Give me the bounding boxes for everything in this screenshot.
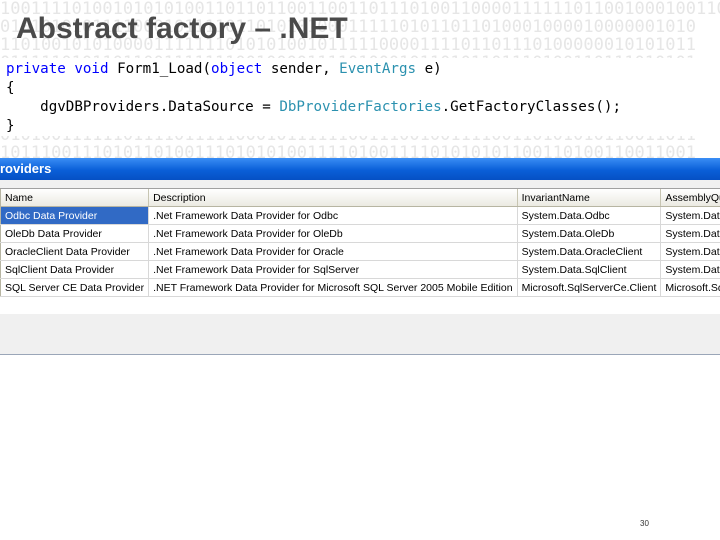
- table-cell[interactable]: Microsoft.SqlSer: [660, 278, 720, 297]
- table-cell[interactable]: System.Data.Odbc: [517, 206, 662, 225]
- table-row[interactable]: SQL Server CE Data Provider .NET Framewo…: [0, 278, 720, 297]
- table-row[interactable]: OleDb Data Provider .Net Framework Data …: [0, 224, 720, 243]
- table-row[interactable]: SqlClient Data Provider .Net Framework D…: [0, 260, 720, 279]
- code-keyword: void: [74, 61, 109, 77]
- window-title: roviders: [0, 161, 52, 176]
- table-cell[interactable]: .Net Framework Data Provider for SqlServ…: [148, 260, 518, 279]
- code-param: e): [416, 61, 442, 77]
- code-type: EventArgs: [339, 61, 417, 77]
- table-cell[interactable]: .Net Framework Data Provider for Oracle: [148, 242, 518, 261]
- code-brace-close: }: [6, 118, 15, 134]
- table-cell[interactable]: System.Data.Ora: [660, 242, 720, 261]
- code-statement-rest: .GetFactoryClasses();: [441, 99, 622, 115]
- slide-title: Abstract factory – .NET: [16, 12, 348, 45]
- table-cell[interactable]: System.Data.Sql: [660, 260, 720, 279]
- window-bottom-panel: [0, 314, 720, 354]
- providers-window: roviders Name Description InvariantName …: [0, 158, 720, 355]
- code-method: Form1_Load(: [117, 61, 212, 77]
- table-cell[interactable]: SqlClient Data Provider: [0, 260, 150, 279]
- table-cell[interactable]: System.Data.SqlClient: [517, 260, 662, 279]
- code-snippet: private void Form1_Load(object sender, E…: [0, 58, 720, 136]
- column-header-invariant-name[interactable]: InvariantName: [517, 189, 662, 207]
- table-cell[interactable]: System.Data.OracleClient: [517, 242, 662, 261]
- window-titlebar[interactable]: roviders: [0, 158, 720, 180]
- column-header-name[interactable]: Name: [0, 189, 150, 207]
- table-cell[interactable]: .Net Framework Data Provider for OleDb: [148, 224, 518, 243]
- table-cell[interactable]: Microsoft.SqlServerCe.Client: [517, 278, 662, 297]
- code-brace-open: {: [6, 80, 15, 96]
- table-cell[interactable]: Odbc Data Provider: [0, 206, 150, 225]
- table-cell[interactable]: System.Data.Odb: [660, 206, 720, 225]
- table-cell[interactable]: System.Data.Ole: [660, 224, 720, 243]
- table-cell[interactable]: System.Data.OleDb: [517, 224, 662, 243]
- table-cell[interactable]: .Net Framework Data Provider for Odbc: [148, 206, 518, 225]
- table-header-row: Name Description InvariantName AssemblyQ…: [0, 189, 720, 207]
- code-statement: dgvDBProviders.DataSource =: [6, 99, 280, 115]
- table-cell[interactable]: SQL Server CE Data Provider: [0, 278, 150, 297]
- table-cell[interactable]: OleDb Data Provider: [0, 224, 150, 243]
- providers-datagrid[interactable]: Name Description InvariantName AssemblyQ…: [0, 188, 720, 315]
- column-header-assembly-qualified[interactable]: AssemblyQualifie: [660, 189, 720, 207]
- table-cell[interactable]: OracleClient Data Provider: [0, 242, 150, 261]
- table-row[interactable]: Odbc Data Provider .Net Framework Data P…: [0, 206, 720, 225]
- table-cell[interactable]: .NET Framework Data Provider for Microso…: [148, 278, 518, 297]
- table-row[interactable]: OracleClient Data Provider .Net Framewor…: [0, 242, 720, 261]
- code-keyword: private: [6, 61, 66, 77]
- slide-number: 30: [640, 519, 649, 528]
- code-type: DbProviderFactories: [279, 99, 442, 115]
- providers-table: Name Description InvariantName AssemblyQ…: [0, 189, 720, 297]
- code-keyword: object: [211, 61, 263, 77]
- column-header-description[interactable]: Description: [148, 189, 518, 207]
- code-param: sender,: [262, 61, 340, 77]
